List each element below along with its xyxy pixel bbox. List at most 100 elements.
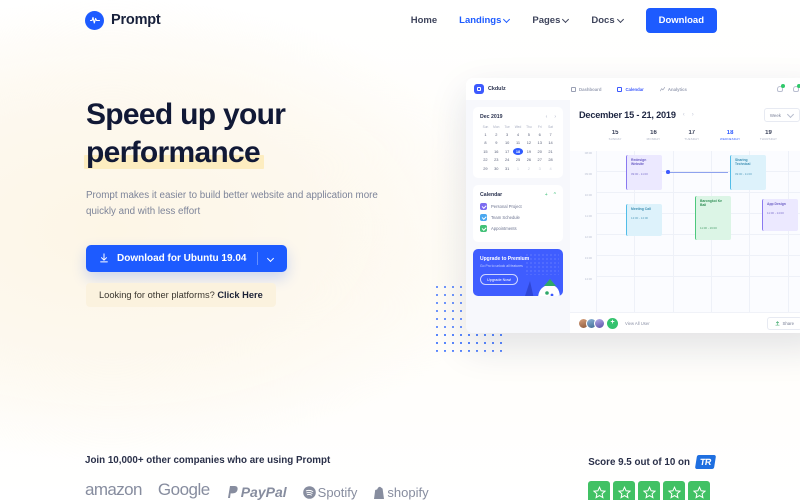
mini-calendar-day[interactable]: 19	[523, 148, 534, 155]
calendar-list-card: Calendar + ^ Personal Project Team Schedu…	[473, 184, 563, 242]
mini-calendar-grid: Sun Mon Tue Wed Thu Fri Sat 1 2 3 4 5 6 7 8 9 10 11 12 13 14…	[480, 125, 556, 172]
paypal-text: PayPal	[240, 484, 287, 500]
brand-logo[interactable]: Prompt	[85, 10, 161, 30]
nav-item-docs[interactable]: Docs	[591, 15, 623, 26]
mini-calendar-day[interactable]: 12	[523, 139, 534, 146]
event-card[interactable]: Meeting Call 12:00 - 14:00	[626, 204, 662, 236]
calendar-list-item[interactable]: Team Schedule	[480, 213, 556, 221]
mockup-nav-calendar[interactable]: Calendar	[617, 86, 644, 92]
header-download-button[interactable]: Download	[645, 7, 717, 33]
week-day-cell[interactable]: 18 WEDNESDAY	[711, 130, 749, 151]
mini-calendar-day[interactable]: 20	[534, 148, 545, 155]
mini-calendar-month: Dec 2019	[480, 114, 503, 120]
week-day-cell[interactable]: 17 TUESDAY	[673, 130, 711, 151]
next-week-icon[interactable]: ›	[692, 112, 694, 118]
mini-calendar-day[interactable]: 26	[523, 156, 534, 163]
other-platforms-link[interactable]: Click Here	[217, 290, 262, 300]
mini-calendar-day[interactable]: 13	[534, 139, 545, 146]
mini-calendar-day[interactable]: 27	[534, 156, 545, 163]
prev-month-icon[interactable]: ‹	[546, 114, 548, 120]
plus-icon[interactable]: +	[607, 317, 618, 329]
share-label: Share	[782, 320, 794, 326]
mini-calendar-day[interactable]: 9	[491, 139, 502, 146]
mini-calendar-day[interactable]: 4	[545, 165, 556, 172]
nav-item-home[interactable]: Home	[411, 15, 437, 26]
mini-calendar-day[interactable]: 1	[513, 165, 524, 172]
event-card[interactable]: App Design 11:00 - 14:00	[762, 199, 798, 231]
mini-calendar-day[interactable]: 24	[502, 156, 513, 163]
nav-item-pages[interactable]: Pages	[532, 15, 569, 26]
mini-calendar-day[interactable]: 2	[523, 165, 534, 172]
event-card[interactable]: Redesign Website 09:00 - 11:00	[626, 155, 662, 190]
nav-item-landings[interactable]: Landings	[459, 15, 510, 26]
upgrade-promo-card[interactable]: Upgrade to Premium Go Pro to unlock all …	[473, 248, 563, 296]
event-card[interactable]: Barongkoi Ke Bali 11:00 - 16:00	[695, 196, 731, 240]
event-card[interactable]: Sharing Technical 09:00 - 11:00	[730, 155, 766, 190]
mini-calendar-day[interactable]: 21	[545, 148, 556, 155]
mini-calendar-day[interactable]: 11	[513, 139, 524, 146]
notification-bell-icon[interactable]	[776, 84, 785, 93]
mockup-sidebar: Dec 2019 ‹ › Sun Mon Tue Wed Thu Fri Sat 1 2 3 4 5 6…	[466, 100, 570, 333]
time-label: 08:00	[584, 151, 592, 155]
mini-calendar-day[interactable]: 5	[523, 131, 534, 138]
mini-calendar-day[interactable]: 3	[502, 131, 513, 138]
mini-calendar-day[interactable]: 30	[491, 165, 502, 172]
mini-calendar-day[interactable]: 2	[491, 131, 502, 138]
other-platforms-banner[interactable]: Looking for other platforms? Click Here	[86, 283, 276, 307]
mini-calendar-day[interactable]: 25	[513, 156, 524, 163]
star-icon	[638, 481, 661, 500]
share-button[interactable]: Share	[766, 316, 800, 330]
mini-calendar-day[interactable]: 17	[502, 148, 513, 155]
mini-calendar-day[interactable]: 29	[480, 165, 491, 172]
next-month-icon[interactable]: ›	[554, 114, 556, 120]
time-label: 12:00	[584, 235, 592, 239]
week-day-cell[interactable]: 20FRIDAY	[788, 130, 800, 151]
mini-calendar-day[interactable]: 22	[480, 156, 491, 163]
prev-week-icon[interactable]: ‹	[683, 112, 685, 118]
star-rating	[588, 481, 715, 500]
mini-calendar-day[interactable]: 3	[534, 165, 545, 172]
mini-calendar-day[interactable]: 15	[480, 148, 491, 155]
mini-calendar-day[interactable]: 4	[513, 131, 524, 138]
collapse-icon[interactable]: ^	[554, 192, 556, 198]
mini-calendar-day[interactable]: 14	[545, 139, 556, 146]
mockup-nav-analytics[interactable]: Analytics	[659, 86, 687, 92]
calendar-list-item[interactable]: Personal Project	[480, 202, 556, 210]
calendar-list-item-label: Personal Project	[491, 203, 522, 209]
mini-calendar-day[interactable]: 31	[502, 165, 513, 172]
calendar-list-item[interactable]: Appointments	[480, 224, 556, 232]
star-icon	[688, 481, 711, 500]
view-all-users-link[interactable]: View All User	[625, 321, 650, 326]
download-ubuntu-button[interactable]: Download for Ubuntu 19.04	[86, 245, 288, 272]
mini-calendar-day[interactable]: 8	[480, 139, 491, 146]
mini-calendar-day[interactable]: 18	[512, 147, 524, 155]
mini-calendar-day[interactable]: 6	[534, 131, 545, 138]
view-select[interactable]: Week	[763, 108, 800, 122]
button-divider	[257, 252, 259, 265]
add-calendar-icon[interactable]: +	[545, 192, 548, 198]
mini-calendar-day[interactable]: 23	[491, 156, 502, 163]
week-day-cell[interactable]: 16 MONDAY	[634, 130, 672, 151]
messages-icon[interactable]	[792, 84, 800, 93]
mini-calendar-day[interactable]: 16	[491, 148, 502, 155]
mini-calendar-day[interactable]: 7	[545, 131, 556, 138]
hero-cta-row: Download for Ubuntu 19.04	[86, 245, 416, 272]
shopify-logo: shopify	[373, 485, 429, 500]
mini-calendar-dow: Thu	[526, 125, 532, 129]
week-day-cell[interactable]: 19 THURSDAY	[749, 130, 787, 151]
day-column[interactable]	[787, 151, 800, 312]
week-day-number: 17	[688, 130, 696, 136]
checkbox-icon[interactable]	[480, 213, 487, 221]
mini-calendar-header: Dec 2019 ‹ ›	[480, 114, 556, 120]
mini-calendar-day[interactable]: 10	[502, 139, 513, 146]
checkbox-icon[interactable]	[480, 224, 487, 232]
mini-calendar-day[interactable]: 28	[545, 156, 556, 163]
mockup-nav-label: Analytics	[667, 86, 687, 92]
spotify-icon	[302, 486, 316, 499]
avatar[interactable]	[594, 317, 605, 329]
mockup-nav-dashboard[interactable]: Dashboard	[571, 86, 601, 92]
mini-calendar-day[interactable]: 1	[480, 131, 491, 138]
week-day-cell[interactable]: 15 SUNDAY	[596, 130, 634, 151]
checkbox-icon[interactable]	[480, 202, 487, 210]
upgrade-now-button[interactable]: Upgrade Now!	[480, 274, 519, 285]
